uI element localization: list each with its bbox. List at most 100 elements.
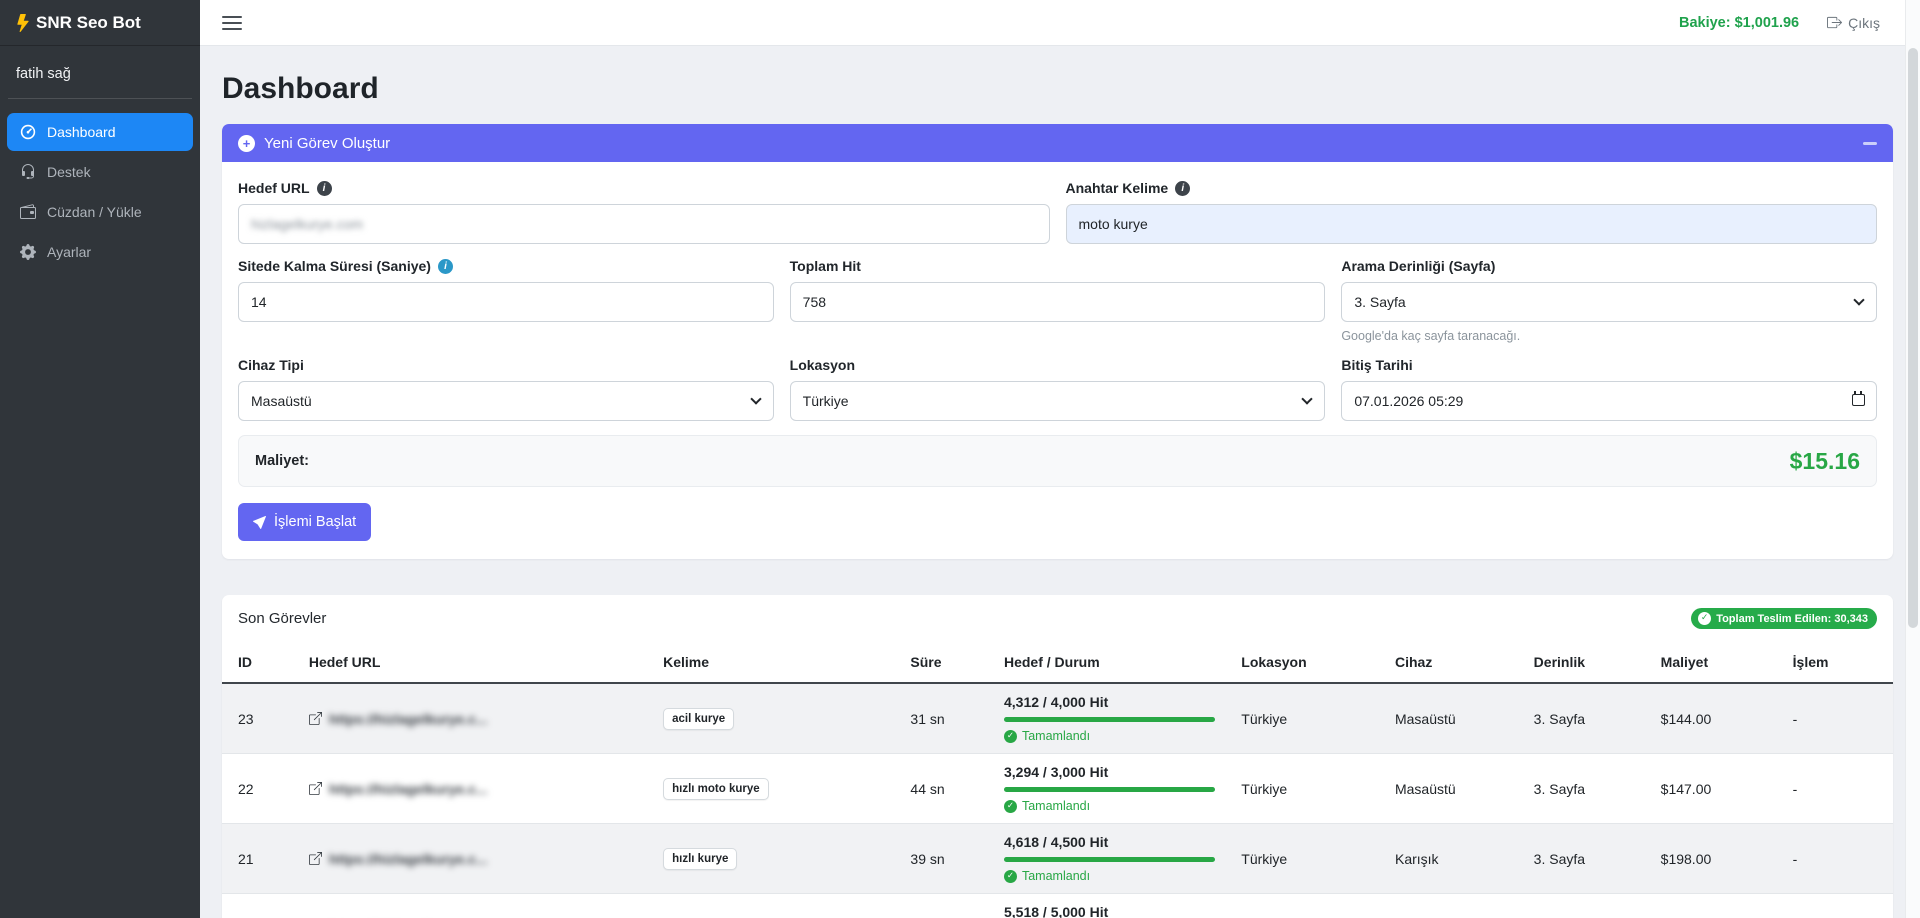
cihaz-tipi-select[interactable]: Masaüstü xyxy=(238,381,774,421)
col-cihaz: Cihaz xyxy=(1384,642,1524,684)
task-url-text: https://hizlagelkurye.c... xyxy=(328,850,488,867)
progress-bar xyxy=(1003,787,1215,792)
sidebar-item-cuzdan[interactable]: Cüzdan / Yükle xyxy=(0,193,200,231)
cell-maliyet: $144.00 xyxy=(1650,683,1783,754)
hit-count: 5,518 / 5,000 Hit xyxy=(1003,904,1109,918)
main-area: Bakiye: $1,001.96 Çıkış Dashboard + Yeni… xyxy=(200,0,1920,918)
sidebar-item-destek[interactable]: Destek xyxy=(0,153,200,191)
sidebar-item-ayarlar[interactable]: Ayarlar xyxy=(0,233,200,271)
new-task-form: Hedef URL i hizlagelkurye.com Anahtar Ke… xyxy=(222,162,1893,559)
brand[interactable]: SNR Seo Bot xyxy=(0,0,200,46)
wallet-icon xyxy=(20,204,36,219)
sidebar-username: fatih sağ xyxy=(16,66,71,82)
sidebar-item-label: Ayarlar xyxy=(47,244,92,260)
cell-islem: - xyxy=(1782,753,1893,824)
cell-sure: 39 sn xyxy=(900,823,994,894)
col-kelime: Kelime xyxy=(653,642,901,684)
brand-name: SNR Seo Bot xyxy=(36,12,141,32)
sidebar-nav: Dashboard Destek Cüzdan / Yükle Ayarlar xyxy=(0,109,200,271)
task-url-link[interactable]: https://hizlagelkurye.c... xyxy=(308,850,643,867)
hit-count: 4,312 / 4,000 Hit xyxy=(1003,694,1109,710)
bitis-tarihi-input[interactable] xyxy=(1341,381,1877,421)
col-hedef-durum: Hedef / Durum xyxy=(993,642,1232,684)
balance-text: Bakiye: $1,001.96 xyxy=(1678,14,1800,31)
page-content: Dashboard + Yeni Görev Oluştur Hedef URL… xyxy=(200,46,1920,918)
sidebar-item-dashboard[interactable]: Dashboard xyxy=(7,113,193,151)
task-url-text: https://hizlagelkurye.c... xyxy=(328,780,488,797)
cell-derinlik: 3. Sayfa xyxy=(1523,893,1651,918)
sidebar: SNR Seo Bot fatih sağ Dashboard Destek C… xyxy=(0,0,200,918)
logout-button[interactable]: Çıkış xyxy=(1827,15,1880,31)
table-header-row: ID Hedef URL Kelime Süre Hedef / Durum L… xyxy=(222,642,1893,684)
task-url-link[interactable]: https://hizlagelkurye.c... xyxy=(308,780,643,797)
gear-icon xyxy=(20,244,36,260)
kalma-suresi-label: Sitede Kalma Süresi (Saniye) xyxy=(238,258,431,274)
check-circle-icon: ✓ xyxy=(1003,799,1017,813)
logout-icon xyxy=(1827,16,1843,29)
info-icon: i xyxy=(437,258,453,274)
delivered-total-badge: ✓ Toplam Teslim Edilen: 30,343 xyxy=(1691,608,1877,629)
cost-label: Maliyet: xyxy=(255,453,309,469)
start-task-label: İşlemi Başlat xyxy=(274,514,357,530)
field-arama-derinligi: Arama Derinliği (Sayfa) 3. Sayfa Google'… xyxy=(1341,258,1877,343)
sidebar-item-label: Destek xyxy=(47,164,91,180)
sidebar-item-label: Dashboard xyxy=(47,124,116,140)
cell-id: 22 xyxy=(222,753,299,824)
field-lokasyon: Lokasyon Türkiye xyxy=(789,357,1326,421)
cell-cihaz: Karışık xyxy=(1384,893,1524,918)
cell-sure: 34 sn xyxy=(900,893,994,918)
cell-lokasyon: Türkiye xyxy=(1231,823,1385,894)
hamburger-menu-icon[interactable] xyxy=(222,15,242,30)
anahtar-kelime-input[interactable] xyxy=(1065,204,1877,244)
external-link-icon xyxy=(308,852,322,865)
toplam-hit-input[interactable] xyxy=(789,282,1326,322)
cell-cihaz: Karışık xyxy=(1384,823,1524,894)
toplam-hit-label: Toplam Hit xyxy=(789,258,861,274)
cell-id: 23 xyxy=(222,683,299,754)
hit-count: 3,294 / 3,000 Hit xyxy=(1003,764,1109,780)
status-text: Tamamlandı xyxy=(1021,869,1091,883)
hedef-url-input[interactable] xyxy=(238,204,1050,244)
field-hedef-url: Hedef URL i hizlagelkurye.com xyxy=(238,180,1050,244)
rocket-icon xyxy=(253,515,266,529)
start-task-button[interactable]: İşlemi Başlat xyxy=(238,503,372,541)
speedometer-icon xyxy=(20,124,36,140)
cell-id: 21 xyxy=(222,823,299,894)
cell-sure: 31 sn xyxy=(900,683,994,754)
check-circle-icon: ✓ xyxy=(1003,729,1017,743)
cihaz-tipi-label: Cihaz Tipi xyxy=(238,357,304,373)
col-islem: İşlem xyxy=(1782,642,1893,684)
cell-cihaz: Masaüstü xyxy=(1384,753,1524,824)
keyword-badge: hızlı moto kurye xyxy=(663,777,769,800)
plus-circle-icon: + xyxy=(238,134,255,152)
lightning-icon xyxy=(17,13,29,32)
col-derinlik: Derinlik xyxy=(1523,642,1651,684)
task-url-link[interactable]: https://hizlagelkurye.c... xyxy=(308,710,643,727)
external-link-icon xyxy=(308,712,322,725)
cost-box: Maliyet: $15.16 xyxy=(238,435,1877,487)
topbar: Bakiye: $1,001.96 Çıkış xyxy=(200,0,1920,46)
cell-derinlik: 3. Sayfa xyxy=(1523,683,1651,754)
collapse-panel-button[interactable] xyxy=(1863,141,1877,145)
cell-maliyet: $147.00 xyxy=(1650,753,1783,824)
recent-tasks-title: Son Görevler xyxy=(238,610,327,627)
table-row: 20 https://hizlagelkurye.c... hızlı kury… xyxy=(222,893,1893,918)
cell-islem: - xyxy=(1782,683,1893,754)
kalma-suresi-input[interactable] xyxy=(238,282,774,322)
table-row: 21 https://hizlagelkurye.c... hızlı kury… xyxy=(222,823,1893,894)
cell-derinlik: 3. Sayfa xyxy=(1523,753,1651,824)
cell-id: 20 xyxy=(222,893,299,918)
arama-derinligi-select[interactable]: 3. Sayfa xyxy=(1341,282,1877,322)
lokasyon-select[interactable]: Türkiye xyxy=(789,381,1326,421)
task-url-text: https://hizlagelkurye.c... xyxy=(328,710,488,727)
cell-lokasyon: Türkiye xyxy=(1231,893,1385,918)
col-id: ID xyxy=(222,642,299,684)
field-bitis-tarihi: Bitiş Tarihi xyxy=(1341,357,1877,421)
cell-hedef-durum: 5,518 / 5,000 Hit ✓Tamamlandı xyxy=(993,893,1232,918)
keyword-badge: hızlı kurye xyxy=(663,847,738,870)
scrollbar-thumb[interactable] xyxy=(1908,48,1918,628)
cell-lokasyon: Türkiye xyxy=(1231,753,1385,824)
sidebar-divider xyxy=(8,98,192,99)
page-scrollbar[interactable] xyxy=(1905,0,1920,918)
col-maliyet: Maliyet xyxy=(1650,642,1783,684)
